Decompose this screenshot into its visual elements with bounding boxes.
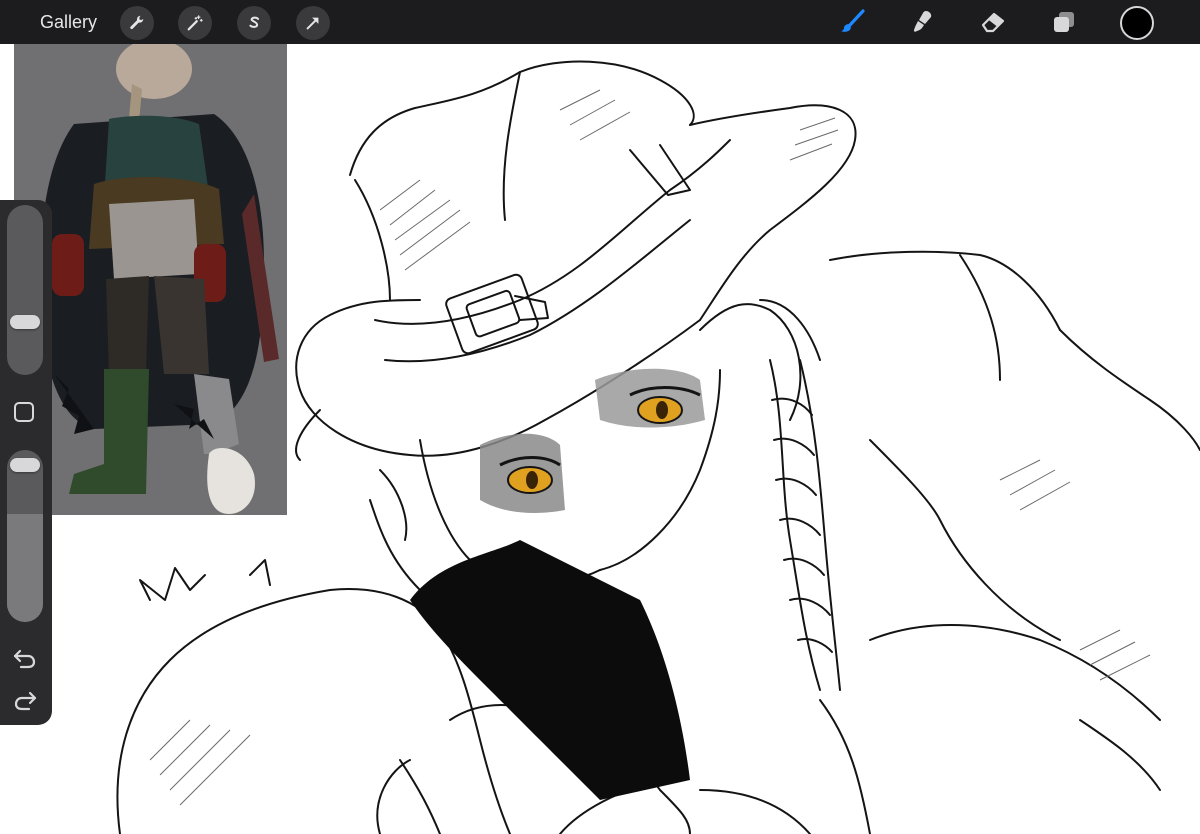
brush-size-thumb[interactable]	[10, 315, 40, 329]
opacity-slider[interactable]	[7, 450, 43, 622]
reference-image-window[interactable]	[14, 39, 287, 515]
color-picker-button[interactable]	[1120, 6, 1154, 40]
smudge-icon[interactable]	[904, 4, 940, 40]
opacity-thumb[interactable]	[10, 458, 40, 472]
transform-arrow-icon[interactable]	[296, 6, 330, 40]
opacity-fill	[7, 514, 43, 622]
modify-square-icon[interactable]	[14, 402, 34, 422]
gallery-button[interactable]: Gallery	[30, 0, 107, 44]
redo-icon[interactable]	[12, 689, 38, 711]
brush-icon[interactable]	[834, 4, 870, 40]
magic-wand-icon[interactable]	[178, 6, 212, 40]
undo-icon[interactable]	[12, 647, 38, 669]
eraser-icon[interactable]	[975, 4, 1011, 40]
wrench-icon[interactable]	[120, 6, 154, 40]
brush-size-slider[interactable]	[7, 205, 43, 375]
layers-icon[interactable]	[1046, 4, 1082, 40]
reference-character-image	[40, 39, 279, 514]
selection-s-icon[interactable]	[237, 6, 271, 40]
side-toolbar	[0, 200, 52, 725]
top-toolbar: Gallery	[0, 0, 1200, 44]
